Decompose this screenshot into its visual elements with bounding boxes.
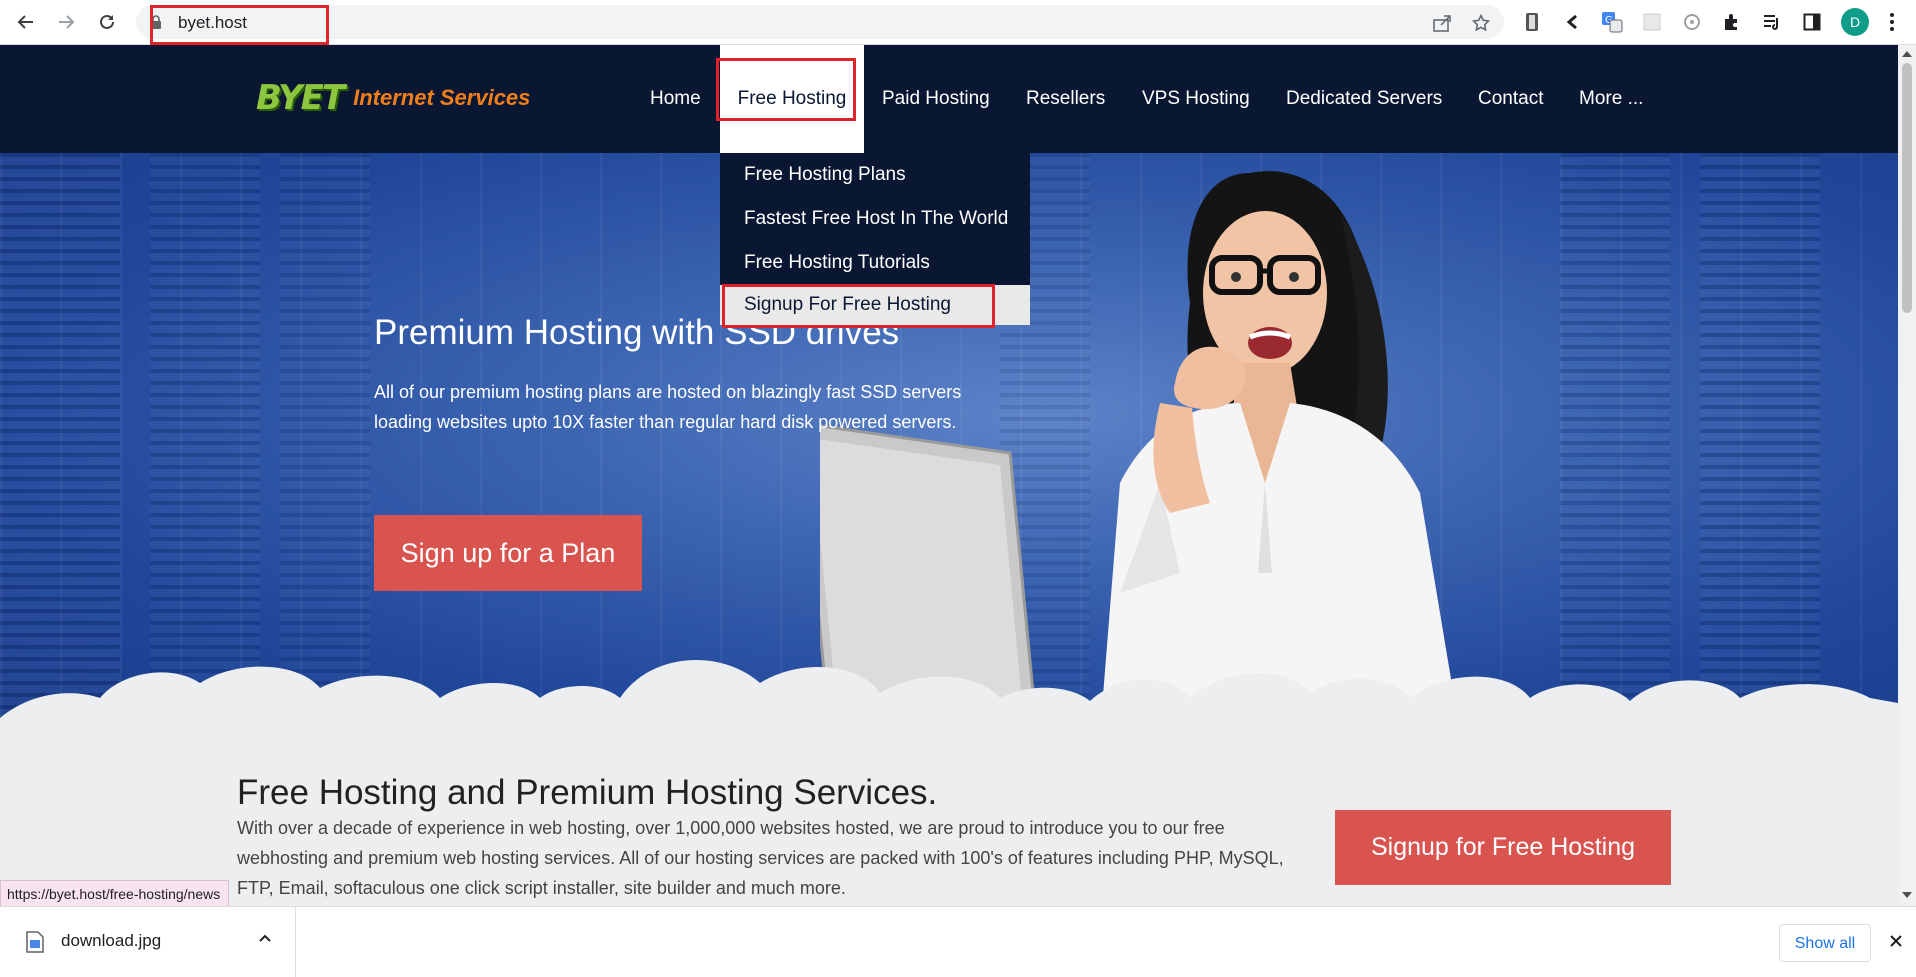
- signup-free-hosting-button[interactable]: Signup for Free Hosting: [1335, 810, 1671, 885]
- site-logo[interactable]: BYET Internet Services: [256, 73, 530, 123]
- scroll-down-arrow-icon[interactable]: [1902, 892, 1912, 898]
- content-description: With over a decade of experience in web …: [237, 818, 1284, 898]
- extension-icon[interactable]: [1680, 10, 1704, 34]
- close-icon[interactable]: [1888, 933, 1904, 949]
- menu-contact[interactable]: Contact: [1460, 45, 1561, 153]
- menu-free-hosting[interactable]: Free Hosting: [720, 45, 864, 153]
- menu-home[interactable]: Home: [632, 45, 719, 153]
- chevron-left-icon[interactable]: [1560, 10, 1584, 34]
- menu-resellers[interactable]: Resellers: [1008, 45, 1123, 153]
- menu-dedicated-servers[interactable]: Dedicated Servers: [1268, 45, 1460, 153]
- logo-text: Internet Services: [353, 85, 531, 110]
- download-shelf: download.jpg Show all: [0, 906, 1916, 977]
- dropdown-fastest-free-host[interactable]: Fastest Free Host In The World: [720, 197, 1030, 241]
- free-hosting-dropdown: Free Hosting Plans Fastest Free Host In …: [720, 153, 1030, 325]
- extension-icon[interactable]: [1640, 10, 1664, 34]
- profile-avatar[interactable]: D: [1841, 8, 1869, 36]
- browser-toolbar: byet.host G D: [0, 0, 1916, 45]
- content-title: Free Hosting and Premium Hosting Service…: [237, 773, 938, 812]
- download-item[interactable]: download.jpg: [0, 907, 296, 977]
- share-icon[interactable]: [1432, 14, 1452, 32]
- content-section: Free Hosting and Premium Hosting Service…: [0, 733, 1898, 906]
- reload-button[interactable]: [93, 8, 121, 36]
- forward-icon: [59, 15, 75, 29]
- site-header: BYET Internet Services Home Free Hosting…: [0, 45, 1898, 153]
- url-text: byet.host: [178, 13, 247, 32]
- menu-paid-hosting[interactable]: Paid Hosting: [864, 45, 1008, 153]
- menu-more[interactable]: More ...: [1561, 45, 1661, 153]
- puzzle-icon[interactable]: [1720, 10, 1744, 34]
- menu-icon[interactable]: [1880, 10, 1904, 34]
- page-scrollbar[interactable]: [1898, 45, 1916, 906]
- image-file-icon: [26, 931, 44, 953]
- status-bar-url: https://byet.host/free-hosting/news: [0, 880, 230, 908]
- menu-vps-hosting[interactable]: VPS Hosting: [1124, 45, 1268, 153]
- lock-icon: [151, 15, 161, 29]
- address-bar[interactable]: byet.host: [136, 5, 1504, 39]
- scroll-thumb[interactable]: [1902, 63, 1912, 313]
- chevron-up-icon[interactable]: [258, 933, 272, 943]
- scroll-up-arrow-icon[interactable]: [1902, 51, 1912, 57]
- back-icon: [17, 15, 33, 29]
- media-icon[interactable]: [1760, 10, 1784, 34]
- extension-icon[interactable]: [1520, 10, 1544, 34]
- star-icon[interactable]: [1472, 14, 1490, 32]
- logo-mark: BYET: [256, 78, 345, 118]
- translate-icon[interactable]: G: [1600, 10, 1624, 34]
- download-file-name: download.jpg: [61, 931, 162, 950]
- forward-button[interactable]: [52, 8, 80, 36]
- dropdown-free-hosting-tutorials[interactable]: Free Hosting Tutorials: [720, 241, 1030, 285]
- dropdown-free-hosting-plans[interactable]: Free Hosting Plans: [720, 153, 1030, 197]
- show-all-button[interactable]: Show all: [1779, 924, 1871, 962]
- sidepanel-icon[interactable]: [1800, 10, 1824, 34]
- dropdown-signup-free-hosting[interactable]: Signup For Free Hosting: [720, 285, 1030, 325]
- reload-icon: [100, 14, 114, 29]
- back-button[interactable]: [12, 8, 40, 36]
